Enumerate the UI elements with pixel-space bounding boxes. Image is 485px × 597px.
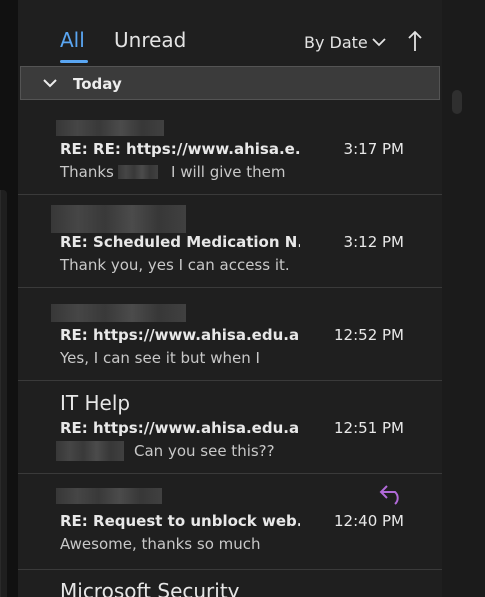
message-sender: Microsoft Security: [60, 579, 240, 597]
message-subject: RE: RE: https://www.ahisa.e...: [60, 140, 300, 158]
sort-direction-arrow-up-icon[interactable]: [408, 30, 422, 52]
message-subject: RE: https://www.ahisa.edu.a...: [60, 326, 300, 344]
chevron-down-icon[interactable]: [372, 37, 386, 47]
message-preview: Can you see this??: [134, 442, 275, 460]
group-label: Today: [73, 75, 122, 93]
message-time: 3:17 PM: [343, 140, 404, 158]
redacted-name: [56, 441, 124, 461]
sort-by-button[interactable]: By Date: [304, 33, 368, 52]
reply-icon: [379, 485, 399, 505]
redacted-name: [118, 165, 158, 179]
message-preview: Yes, I can see it but when I: [60, 349, 260, 367]
message-time: 12:51 PM: [334, 419, 404, 437]
message-preview: Thank you, yes I can access it.: [60, 256, 290, 274]
message-item[interactable]: IT Help RE: https://www.ahisa.edu.a... 1…: [18, 381, 442, 474]
left-panel-edge: [0, 190, 7, 597]
message-time: 12:40 PM: [334, 512, 404, 530]
message-preview-start: Thanks: [60, 163, 114, 181]
scrollbar-thumb[interactable]: [452, 90, 462, 114]
message-list-pane: All Unread By Date Today RE: RE: https:/…: [18, 0, 442, 597]
tab-all[interactable]: All: [60, 28, 85, 52]
message-time: 12:52 PM: [334, 326, 404, 344]
tab-unread[interactable]: Unread: [114, 28, 186, 52]
message-item[interactable]: RE: Scheduled Medication N... 3:12 PM Th…: [18, 195, 442, 288]
redacted-sender: [51, 304, 186, 322]
message-item[interactable]: RE: Request to unblock web... 12:40 PM A…: [18, 474, 442, 570]
message-subject: RE: Scheduled Medication N...: [60, 233, 300, 251]
redacted-sender: [51, 205, 186, 233]
tab-all-indicator: [60, 60, 88, 63]
message-item[interactable]: Microsoft Security: [18, 570, 442, 597]
message-time: 3:12 PM: [343, 233, 404, 251]
left-edge-panel: [0, 0, 18, 597]
message-subject: RE: https://www.ahisa.edu.a...: [60, 419, 300, 437]
message-preview: Awesome, thanks so much: [60, 535, 261, 553]
message-item[interactable]: RE: RE: https://www.ahisa.e... 3:17 PM T…: [18, 100, 442, 195]
scrollbar[interactable]: [442, 0, 485, 597]
message-item[interactable]: RE: https://www.ahisa.edu.a... 12:52 PM …: [18, 288, 442, 381]
group-header-today[interactable]: Today: [20, 66, 440, 100]
message-sender: IT Help: [60, 391, 131, 415]
redacted-sender: [56, 120, 164, 136]
redacted-sender: [56, 488, 162, 504]
message-subject: RE: Request to unblock web...: [60, 512, 300, 530]
collapse-chevron-icon[interactable]: [43, 78, 57, 88]
message-preview-end: I will give them: [171, 163, 286, 181]
